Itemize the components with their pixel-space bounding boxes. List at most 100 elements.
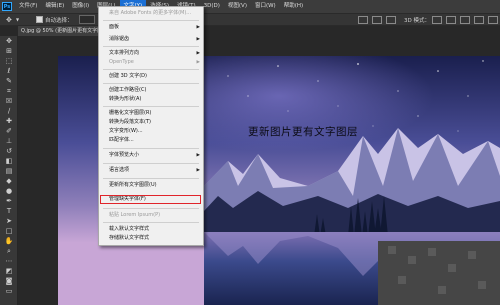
menu-item-opentype: OpenType ▶ [109, 58, 200, 67]
marquee-tool-icon[interactable]: ⬚ [0, 56, 18, 66]
highlight-outline [100, 195, 201, 204]
orbit-3d-icon[interactable] [432, 15, 442, 24]
menu-item-warp-text[interactable]: 文字变形(W)... [109, 127, 200, 136]
history-brush-icon[interactable]: ↺ [0, 146, 18, 156]
auto-select-label: 自动选择： [45, 17, 73, 24]
document-tab-bar: Q.jpg @ 50% (更新图片更有文字图... [18, 26, 500, 36]
rectangle-tool-icon[interactable]: □ [0, 226, 18, 236]
menu-separator [103, 208, 199, 209]
menu-item-convert-paragraph[interactable]: 转换为段落文本(T) [109, 118, 200, 127]
menu-item-label: OpenType [109, 59, 134, 65]
clone-stamp-icon[interactable]: ⊥ [0, 136, 18, 146]
menu-separator [103, 178, 199, 179]
menu-item-label: 面板 [109, 24, 120, 30]
slide-3d-icon[interactable] [474, 15, 484, 24]
eyedropper-icon[interactable]: ∕ [0, 106, 18, 116]
blur-tool-icon[interactable]: ◆ [0, 176, 18, 186]
menu-item-label: 创建 3D 文字(D) [109, 73, 147, 79]
submenu-arrow-icon: ▶ [196, 168, 200, 173]
tools-panel: ✥ ⊞ ⬚ ℓ ✎ ⌗ ☒ ∕ ✚ ✐ ⊥ ↺ ◧ ▤ ◆ ● ✒ T ➤ □ … [0, 36, 18, 305]
path-select-icon[interactable]: ➤ [0, 216, 18, 226]
more-options-icon[interactable] [386, 15, 397, 24]
menu-item-save-default-styles[interactable]: 存储默认文字样式 [109, 234, 200, 243]
menu-help[interactable]: 帮助(H) [280, 0, 307, 13]
menu-item-rasterize-type[interactable]: 栅格化文字图层(R) [109, 109, 200, 118]
menu-item-label: 载入默认文字样式 [109, 226, 150, 232]
menu-item-label: 文本排列方向 [109, 50, 140, 56]
screen-mode-icon[interactable]: ▭ [0, 286, 18, 296]
menu-separator [103, 83, 199, 84]
menu-item-load-default-styles[interactable]: 载入默认文字样式 [109, 225, 200, 234]
menu-item-label: 字体预览大小 [109, 152, 140, 158]
menu-image[interactable]: 图像(I) [68, 0, 93, 13]
menu-item-orientation[interactable]: 文本排列方向 ▶ [109, 49, 200, 58]
pen-tool-icon[interactable]: ✒ [0, 196, 18, 206]
crop-tool-icon[interactable]: ⌗ [0, 86, 18, 96]
type-tool-icon[interactable]: T [0, 206, 18, 216]
menu-separator [103, 46, 199, 47]
menu-item-font-preview-size[interactable]: 字体预览大小 ▶ [109, 151, 200, 160]
menu-separator [103, 222, 199, 223]
type-menu-dropdown: 来自 Adobe Fonts 的更多字体(M)... 面板 ▶ 消除锯齿 ▶ 文本排… [98, 6, 204, 246]
zoom-tool-icon[interactable]: ⌕ [0, 246, 18, 256]
quick-mask-icon[interactable]: ◙ [0, 276, 18, 286]
foreground-color-icon[interactable]: ◩ [0, 266, 18, 276]
move-tool-icon[interactable]: ✥ [0, 36, 18, 46]
brush-tool-icon[interactable]: ✐ [0, 126, 18, 136]
scale-3d-icon[interactable] [488, 15, 498, 24]
3d-mode-label: 3D 模式： [404, 17, 430, 24]
frame-tool-icon[interactable]: ☒ [0, 96, 18, 106]
pan-3d-icon[interactable] [460, 15, 470, 24]
menu-item-label: 匹配字体... [109, 137, 134, 143]
menu-item-anti-alias[interactable]: 消除锯齿 ▶ [109, 35, 200, 44]
menu-item-label: 存储默认文字样式 [109, 235, 150, 241]
menu-item-label: 语言选项 [109, 167, 130, 173]
menu-bar: Ps 文件(F) 编辑(E) 图像(I) 图层(L) 文字(Y) 选择(S) 滤… [0, 0, 500, 13]
gradient-tool-icon[interactable]: ▤ [0, 166, 18, 176]
menu-separator [103, 163, 199, 164]
options-right: 3D 模式： [356, 14, 500, 25]
menu-item-label: 栅格化文字图层(R) [109, 110, 152, 116]
roll-3d-icon[interactable] [446, 15, 456, 24]
menu-item-create-work-path[interactable]: 创建工作路径(C) [109, 86, 200, 95]
canvas-text-layer[interactable]: 更新图片更有文字图层 [248, 124, 358, 139]
canvas-area[interactable]: 更新图片更有文字图层 [18, 36, 500, 305]
chevron-down-icon[interactable]: ▼ [16, 17, 26, 22]
submenu-arrow-icon: ▶ [196, 60, 200, 65]
menu-item-create-3d-text[interactable]: 创建 3D 文字(D) [109, 72, 200, 81]
menu-item-match-font[interactable]: 匹配字体... [109, 136, 200, 145]
menu-item-label: 来自 Adobe Fonts 的更多字体(M)... [109, 10, 192, 16]
layer-group-dropdown[interactable] [78, 15, 95, 24]
auto-select-checkbox[interactable] [36, 16, 43, 23]
artboard-icon[interactable]: ⊞ [0, 46, 18, 56]
menu-view[interactable]: 视图(V) [224, 0, 251, 13]
more-tools-icon[interactable]: ⋯ [0, 256, 18, 266]
dodge-tool-icon[interactable]: ● [0, 186, 18, 196]
submenu-arrow-icon: ▶ [196, 51, 200, 56]
menu-item-convert-to-shape[interactable]: 转换为形状(A) [109, 95, 200, 104]
menu-item-label: 粘贴 Lorem Ipsum(P) [109, 212, 161, 218]
menu-item-label: 转换为形状(A) [109, 96, 142, 102]
menu-item-panels[interactable]: 面板 ▶ [109, 23, 200, 32]
menu-file[interactable]: 文件(F) [15, 0, 41, 13]
menu-item-label: 文字变形(W)... [109, 128, 143, 134]
healing-brush-icon[interactable]: ✚ [0, 116, 18, 126]
lasso-tool-icon[interactable]: ℓ [0, 66, 18, 76]
menu-item-label: 更新所有文字图层(U) [109, 182, 157, 188]
menu-item-more-fonts: 来自 Adobe Fonts 的更多字体(M)... [109, 9, 200, 18]
quick-select-icon[interactable]: ✎ [0, 76, 18, 86]
menu-item-language-options[interactable]: 语言选项 ▶ [109, 166, 200, 175]
menu-edit[interactable]: 编辑(E) [41, 0, 68, 13]
menu-item-paste-lorem-ipsum: 粘贴 Lorem Ipsum(P) [109, 211, 200, 220]
submenu-arrow-icon: ▶ [196, 25, 200, 30]
hand-tool-icon[interactable]: ✋ [0, 236, 18, 246]
align-icon[interactable] [358, 15, 369, 24]
menu-window[interactable]: 窗口(W) [251, 0, 280, 13]
move-tool-icon[interactable]: ✥ [6, 16, 16, 24]
photoshop-logo-icon: Ps [2, 2, 12, 11]
eraser-icon[interactable]: ◧ [0, 156, 18, 166]
options-bar: ✥ ▼ 自动选择： 3D 模式： [0, 13, 500, 26]
distribute-icon[interactable] [372, 15, 383, 24]
document-tab[interactable]: Q.jpg @ 50% (更新图片更有文字图... [18, 26, 102, 36]
menu-item-update-all-text-layers[interactable]: 更新所有文字图层(U) [109, 181, 200, 190]
